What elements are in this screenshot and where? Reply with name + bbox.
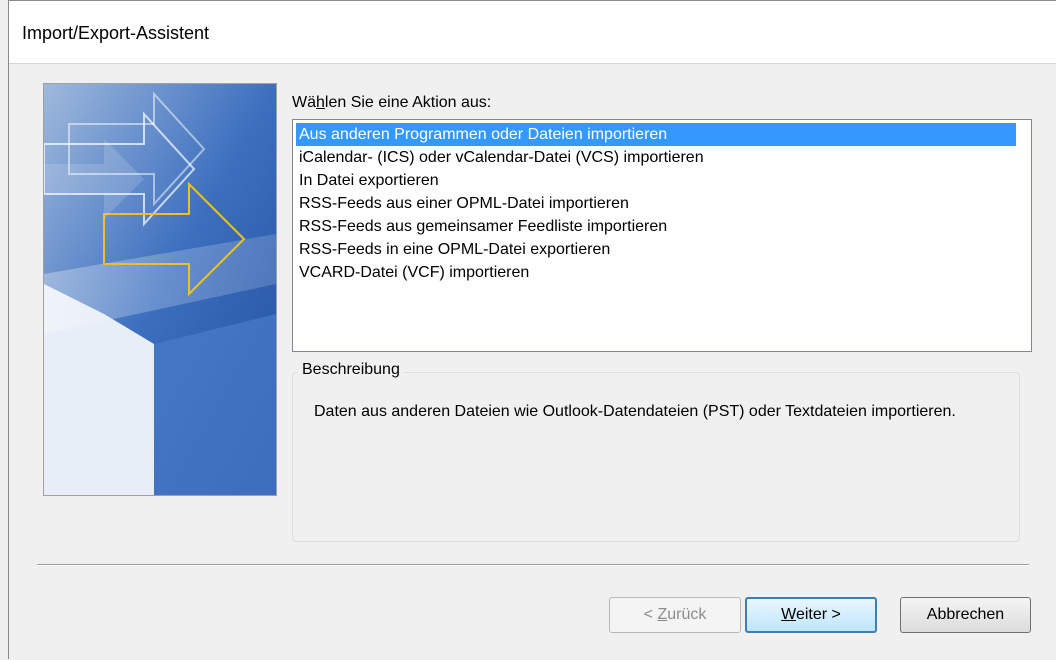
wizard-content: Wählen Sie eine Aktion aus: Aus anderen … [9,64,1056,660]
action-listbox[interactable]: Aus anderen Programmen oder Dateien impo… [292,119,1032,352]
description-label: Beschreibung [298,361,404,379]
import-export-wizard-window: Import/Export-Assistent Wählen Sie eine … [8,0,1056,660]
list-item[interactable]: VCARD-Datei (VCF) importieren [296,261,1016,284]
next-button[interactable]: Weiter > [745,597,877,633]
cancel-button[interactable]: Abbrechen [900,597,1031,633]
description-groupbox [292,372,1020,542]
separator-line [37,564,1029,566]
back-button[interactable]: < Zurück [609,597,741,633]
window-title: Import/Export-Assistent [22,23,210,43]
wizard-banner-image [43,83,277,496]
list-item[interactable]: RSS-Feeds in eine OPML-Datei exportieren [296,238,1016,261]
list-item[interactable]: RSS-Feeds aus gemeinsamer Feedliste impo… [296,215,1016,238]
description-text: Daten aus anderen Dateien wie Outlook-Da… [314,403,956,420]
list-item[interactable]: iCalendar- (ICS) oder vCalendar-Datei (V… [296,146,1016,169]
list-item[interactable]: In Datei exportieren [296,169,1016,192]
title-bar: Import/Export-Assistent [9,1,1056,64]
action-prompt-label: Wählen Sie eine Aktion aus: [292,94,492,111]
list-item[interactable]: RSS-Feeds aus einer OPML-Datei importier… [296,192,1016,215]
list-item[interactable]: Aus anderen Programmen oder Dateien impo… [296,123,1016,146]
